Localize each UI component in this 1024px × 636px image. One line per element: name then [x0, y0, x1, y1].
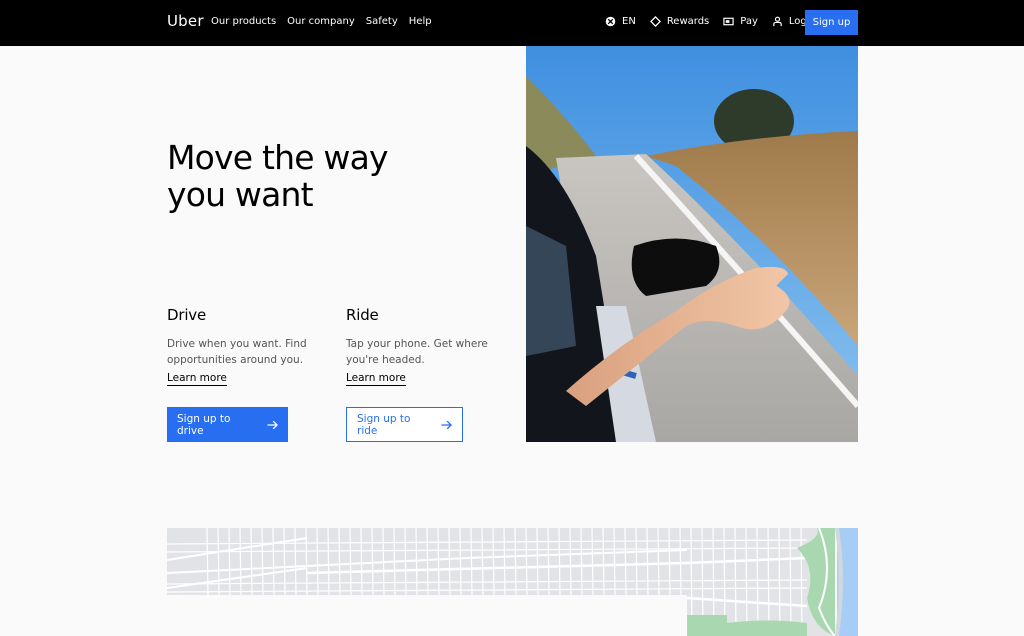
nav-our-products[interactable]: Our products: [211, 16, 276, 27]
sign-up-to-drive-label: Sign up to drive: [177, 412, 231, 437]
arrow-right-icon: [441, 420, 452, 429]
hero-photo: [526, 46, 858, 442]
ride-card: Ride Tap your phone. Get where you're he…: [346, 306, 496, 386]
drive-heading: Drive: [167, 306, 206, 324]
rewards-label: Rewards: [666, 16, 710, 27]
nav-pay[interactable]: Pay: [723, 16, 758, 27]
uber-logo[interactable]: Uber: [167, 12, 204, 30]
nav-help[interactable]: Help: [409, 16, 432, 27]
hero-title: Move the way you want: [167, 139, 467, 213]
top-navigation-bar: Uber Our products Our company Safety Hel…: [0, 0, 1024, 46]
city-map[interactable]: [167, 528, 858, 636]
ride-heading: Ride: [346, 306, 379, 324]
hero-title-line2: you want: [167, 175, 314, 214]
drive-description: Drive when you want. Find opportunities …: [167, 338, 307, 366]
person-icon: [773, 16, 782, 27]
primary-nav: Our products Our company Safety Help: [211, 16, 432, 27]
hero-title-line1: Move the way: [167, 138, 389, 177]
wallet-icon: [723, 17, 734, 26]
ride-learn-more-link[interactable]: Learn more: [346, 371, 406, 386]
secondary-nav: EN Rewards Pay Log in: [605, 16, 833, 27]
signup-button[interactable]: Sign up: [805, 10, 858, 35]
globe-icon: [605, 16, 616, 27]
drive-learn-more-link[interactable]: Learn more: [167, 371, 227, 386]
sign-up-to-ride-button[interactable]: Sign up to ride: [346, 407, 463, 442]
pay-label: Pay: [740, 16, 758, 27]
ride-description: Tap your phone. Get where you're headed.: [346, 338, 488, 366]
language-selector[interactable]: EN: [605, 16, 636, 27]
nav-safety[interactable]: Safety: [366, 16, 398, 27]
nav-our-company[interactable]: Our company: [287, 16, 355, 27]
arrow-right-icon: [267, 420, 278, 429]
sign-up-to-ride-label: Sign up to ride: [357, 412, 411, 437]
diamond-icon: [649, 16, 661, 27]
nav-rewards[interactable]: Rewards: [649, 16, 710, 27]
drive-card: Drive Drive when you want. Find opportun…: [167, 306, 317, 386]
sign-up-to-drive-button[interactable]: Sign up to drive: [167, 407, 288, 442]
language-label: EN: [622, 16, 636, 27]
